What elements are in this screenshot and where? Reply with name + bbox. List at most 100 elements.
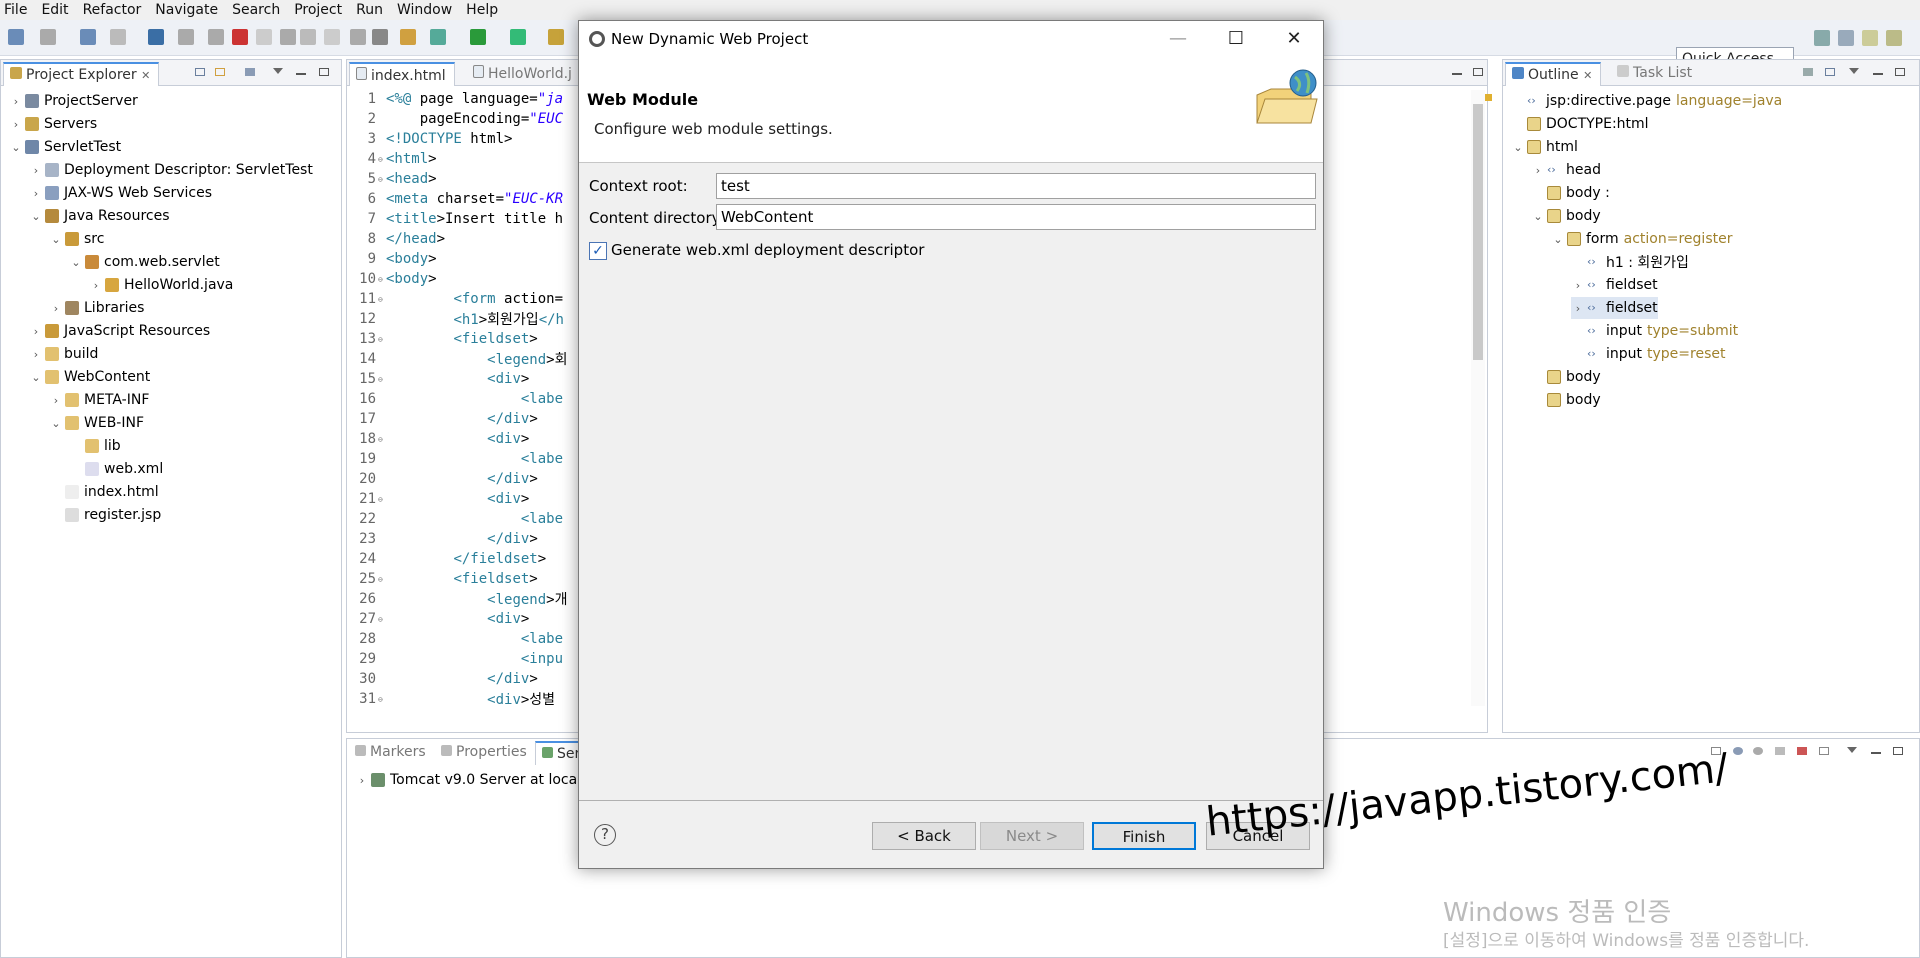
view-menu-icon[interactable] [273, 68, 283, 74]
code-line[interactable]: 9 <body> [348, 249, 437, 269]
tab-outline[interactable]: Outline ✕ [1505, 62, 1602, 86]
toolbar-button-icon[interactable] [372, 29, 388, 45]
outline-item[interactable]: body [1531, 389, 1601, 411]
fold-icon[interactable]: ⊖ [378, 435, 386, 444]
toolbar-button-icon[interactable] [510, 29, 526, 45]
profile-server-icon[interactable] [1775, 747, 1785, 755]
code-line[interactable]: 29 <inpu [348, 649, 563, 669]
tree-item[interactable]: ⌄ Java Resources [29, 205, 169, 227]
perspective-icon[interactable] [1838, 30, 1854, 46]
outline-item[interactable]: body [1531, 366, 1601, 388]
chevron-right-icon[interactable]: › [355, 774, 369, 787]
chevron-down-icon[interactable]: ⌄ [9, 141, 23, 154]
menu-item-edit[interactable]: Edit [41, 2, 68, 18]
start-server-icon[interactable] [1753, 747, 1763, 755]
generate-webxml-label[interactable]: Generate web.xml deployment descriptor [611, 241, 924, 259]
tree-item[interactable]: ⌄ com.web.servlet [69, 251, 219, 273]
toolbar-button-icon[interactable] [208, 29, 224, 45]
tree-item[interactable]: › build [29, 343, 99, 365]
vertical-scrollbar[interactable] [1471, 90, 1485, 706]
context-root-input[interactable]: test [716, 173, 1316, 199]
tab-properties[interactable]: Properties [435, 741, 535, 765]
minimize-icon[interactable] [1452, 73, 1462, 75]
server-row[interactable]: › Tomcat v9.0 Server at local [355, 769, 581, 791]
tab-index-html[interactable]: index.html [349, 62, 455, 86]
fold-icon[interactable]: ⊖ [378, 275, 386, 284]
minimize-icon[interactable] [1873, 73, 1883, 75]
tree-item[interactable]: ⌄ WEB-INF [49, 412, 144, 434]
chevron-right-icon[interactable]: › [29, 348, 43, 361]
code-line[interactable]: 23 </div> [348, 529, 538, 549]
toolbar-button-icon[interactable] [400, 29, 416, 45]
chevron-right-icon[interactable]: › [9, 118, 23, 131]
close-icon[interactable]: ✕ [1583, 69, 1592, 82]
tree-item[interactable]: lib [69, 435, 121, 457]
code-line[interactable]: 31 ⊖ <div>성별 [348, 689, 555, 708]
code-line[interactable]: 30 </div> [348, 669, 538, 689]
chevron-right-icon[interactable]: › [29, 325, 43, 338]
next-button[interactable]: Next > [980, 822, 1084, 850]
fold-icon[interactable]: ⊖ [378, 175, 386, 184]
menu-item-run[interactable]: Run [356, 2, 383, 18]
code-line[interactable]: 1 <%@ page language="ja [348, 89, 563, 109]
toolbar-button-icon[interactable] [110, 29, 126, 45]
code-line[interactable]: 2 pageEncoding="EUC [348, 109, 563, 129]
chevron-right-icon[interactable]: › [29, 187, 43, 200]
tree-item[interactable]: › META-INF [49, 389, 150, 411]
minimize-window-icon[interactable]: — [1149, 21, 1207, 57]
maximize-icon[interactable] [1473, 68, 1483, 76]
outline-item[interactable]: ‹› jsp:directive.page language=java [1511, 90, 1782, 112]
toolbar-button-icon[interactable] [40, 29, 56, 45]
tree-item[interactable]: › ProjectServer [9, 90, 138, 112]
chevron-down-icon[interactable]: ⌄ [69, 256, 83, 269]
close-icon[interactable]: ✕ [141, 69, 150, 82]
code-line[interactable]: 18 ⊖ <div> [348, 429, 529, 449]
fold-icon[interactable]: ⊖ [378, 695, 386, 704]
tree-item[interactable]: index.html [49, 481, 159, 503]
code-line[interactable]: 13 ⊖ <fieldset> [348, 329, 538, 349]
toolbar-button-icon[interactable] [80, 29, 96, 45]
menu-item-project[interactable]: Project [294, 2, 342, 18]
code-line[interactable]: 4 ⊖ <html> [348, 149, 437, 169]
tree-item[interactable]: › Servers [9, 113, 97, 135]
view-menu-icon[interactable] [1847, 747, 1857, 753]
toolbar-button-icon[interactable] [256, 29, 272, 45]
toolbar-button-icon[interactable] [232, 29, 248, 45]
menu-item-search[interactable]: Search [232, 2, 280, 18]
outline-item[interactable]: ‹› input type=submit [1571, 320, 1738, 342]
outline-item[interactable]: ⌄ form action=register [1551, 228, 1732, 250]
tree-item[interactable]: › HelloWorld.java [89, 274, 234, 296]
debug-server-icon[interactable] [1733, 747, 1743, 755]
code-line[interactable]: 8 </head> [348, 229, 445, 249]
chevron-down-icon[interactable]: ⌄ [1531, 210, 1545, 223]
maximize-icon[interactable] [319, 68, 329, 76]
chevron-right-icon[interactable]: › [49, 394, 63, 407]
chevron-down-icon[interactable]: ⌄ [49, 233, 63, 246]
code-line[interactable]: 22 <labe [348, 509, 563, 529]
fold-icon[interactable]: ⊖ [378, 155, 386, 164]
code-line[interactable]: 10 ⊖ <body> [348, 269, 436, 289]
code-line[interactable]: 3 <!DOCTYPE html> [348, 129, 513, 149]
stop-server-icon[interactable] [1797, 747, 1807, 755]
perspective-icon[interactable] [1814, 30, 1830, 46]
tree-item[interactable]: register.jsp [49, 504, 161, 526]
back-button[interactable]: < Back [872, 822, 976, 850]
tab-helloworld-java[interactable]: HelloWorld.j [467, 62, 580, 86]
fold-icon[interactable]: ⊖ [378, 615, 386, 624]
perspective-icon[interactable] [1862, 30, 1878, 46]
code-line[interactable]: 21 ⊖ <div> [348, 489, 529, 509]
code-line[interactable]: 24 </fieldset> [348, 549, 546, 569]
menu-item-refactor[interactable]: Refactor [83, 2, 142, 18]
code-line[interactable]: 25 ⊖ <fieldset> [348, 569, 538, 589]
help-icon[interactable]: ? [594, 824, 616, 846]
toolbar-button-icon[interactable] [548, 29, 564, 45]
view-menu-icon[interactable] [1849, 68, 1859, 74]
filter-icon[interactable] [245, 68, 255, 76]
tree-item[interactable]: › Libraries [49, 297, 145, 319]
code-line[interactable]: 20 </div> [348, 469, 538, 489]
toolbar-button-icon[interactable] [324, 29, 340, 45]
code-line[interactable]: 26 <legend>개 [348, 589, 567, 609]
chevron-down-icon[interactable]: ⌄ [29, 371, 43, 384]
scroll-thumb[interactable] [1473, 104, 1483, 360]
tree-item[interactable]: › Deployment Descriptor: ServletTest [29, 159, 313, 181]
